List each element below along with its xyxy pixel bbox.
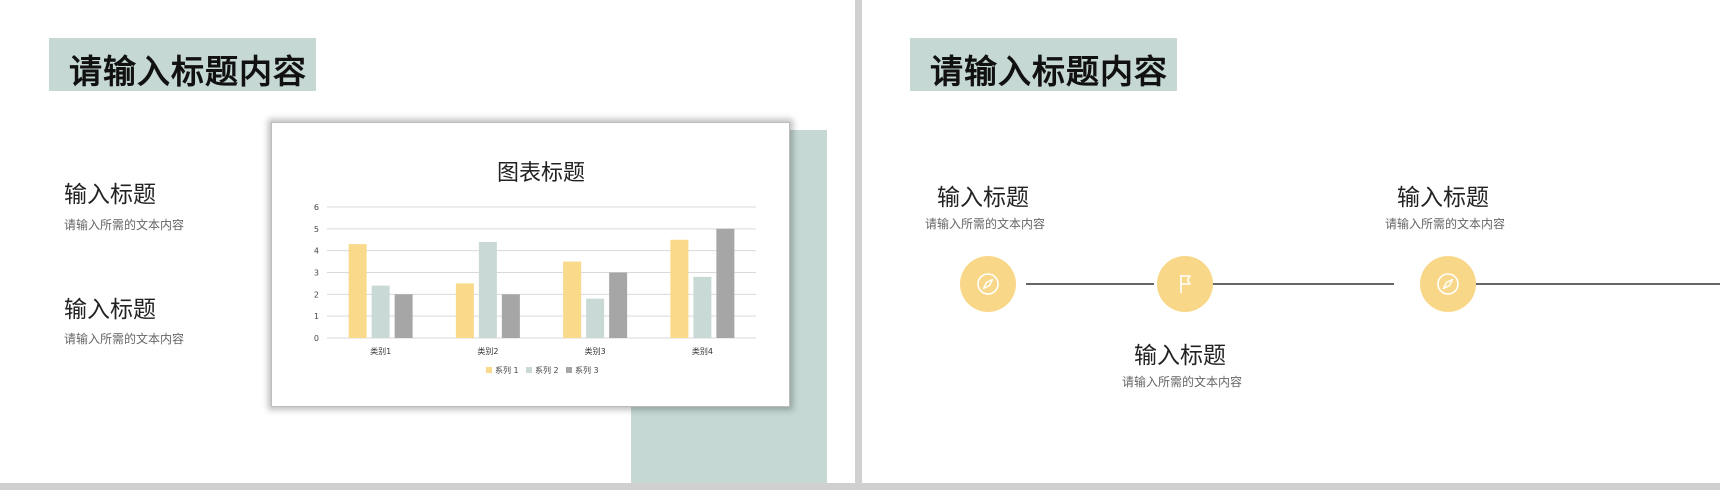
bar <box>455 283 474 338</box>
timeline-node <box>1420 256 1476 312</box>
legend-label: 系列 1 <box>495 365 519 375</box>
bar <box>693 276 712 338</box>
bar <box>478 241 497 338</box>
bar <box>348 244 367 338</box>
chart-title: 图表标题 <box>497 161 585 186</box>
title-box: 请输入标题内容 <box>910 38 1177 91</box>
slide-right: 请输入标题内容 输入标题 请输入所需的文本内容 输入标题 请输入所需的文本内容 … <box>862 0 1720 483</box>
y-tick-label: 3 <box>314 269 319 278</box>
legend-swatch <box>486 367 492 373</box>
y-tick-label: 2 <box>314 290 319 299</box>
chart-card: 图表标题 0 1 2 3 4 5 6 类别1 类别2 类别3 类别4 系列 1 系列 2 系列 3 <box>271 122 790 407</box>
y-tick-label: 6 <box>314 203 319 212</box>
timeline-line <box>1026 283 1154 285</box>
item-title: 输入标题 <box>64 182 156 208</box>
slide-title: 请输入标题内容 <box>930 52 1168 91</box>
legend-label: 系列 2 <box>535 365 559 375</box>
y-tick-label: 4 <box>314 247 319 256</box>
bar <box>501 294 520 338</box>
bar <box>563 261 582 338</box>
timeline-node <box>1157 256 1213 312</box>
y-tick-label: 5 <box>314 225 319 234</box>
compass-icon <box>977 273 999 295</box>
timeline-node <box>960 256 1016 312</box>
item-desc: 请输入所需的文本内容 <box>925 217 1046 231</box>
item-title: 输入标题 <box>1134 343 1226 369</box>
bar <box>394 294 413 338</box>
bar <box>716 228 735 338</box>
slide-left: 请输入标题内容 输入标题 请输入所需的文本内容 输入标题 请输入所需的文本内容 … <box>0 0 855 483</box>
legend-swatch <box>566 367 572 373</box>
bar-chart: 图表标题 0 1 2 3 4 5 6 类别1 类别2 类别3 类别4 系列 1 系列 2 系列 3 <box>314 161 756 375</box>
item-desc: 请输入所需的文本内容 <box>1122 375 1243 389</box>
x-tick-label: 类别4 <box>692 346 713 356</box>
title-box: 请输入标题内容 <box>49 38 316 91</box>
legend-swatch <box>526 367 532 373</box>
item-title: 输入标题 <box>64 297 156 323</box>
item-desc: 请输入所需的文本内容 <box>64 332 185 346</box>
legend-label: 系列 3 <box>575 365 599 375</box>
timeline-line <box>1210 283 1394 285</box>
y-tick-label: 1 <box>314 312 319 321</box>
timeline-line <box>1450 283 1720 285</box>
y-tick-label: 0 <box>314 334 319 343</box>
x-tick-label: 类别2 <box>477 346 498 356</box>
item-title: 输入标题 <box>1397 185 1489 211</box>
x-tick-label: 类别3 <box>585 346 606 356</box>
item-desc: 请输入所需的文本内容 <box>1385 217 1506 231</box>
flag-icon <box>1180 275 1191 293</box>
item-title: 输入标题 <box>937 185 1029 211</box>
bar <box>371 285 390 338</box>
x-tick-label: 类别1 <box>370 346 391 356</box>
item-desc: 请输入所需的文本内容 <box>64 218 185 232</box>
bar <box>586 298 605 338</box>
slide-title: 请输入标题内容 <box>69 52 307 91</box>
bar <box>670 239 689 338</box>
bar <box>609 272 628 338</box>
compass-icon <box>1437 273 1459 295</box>
